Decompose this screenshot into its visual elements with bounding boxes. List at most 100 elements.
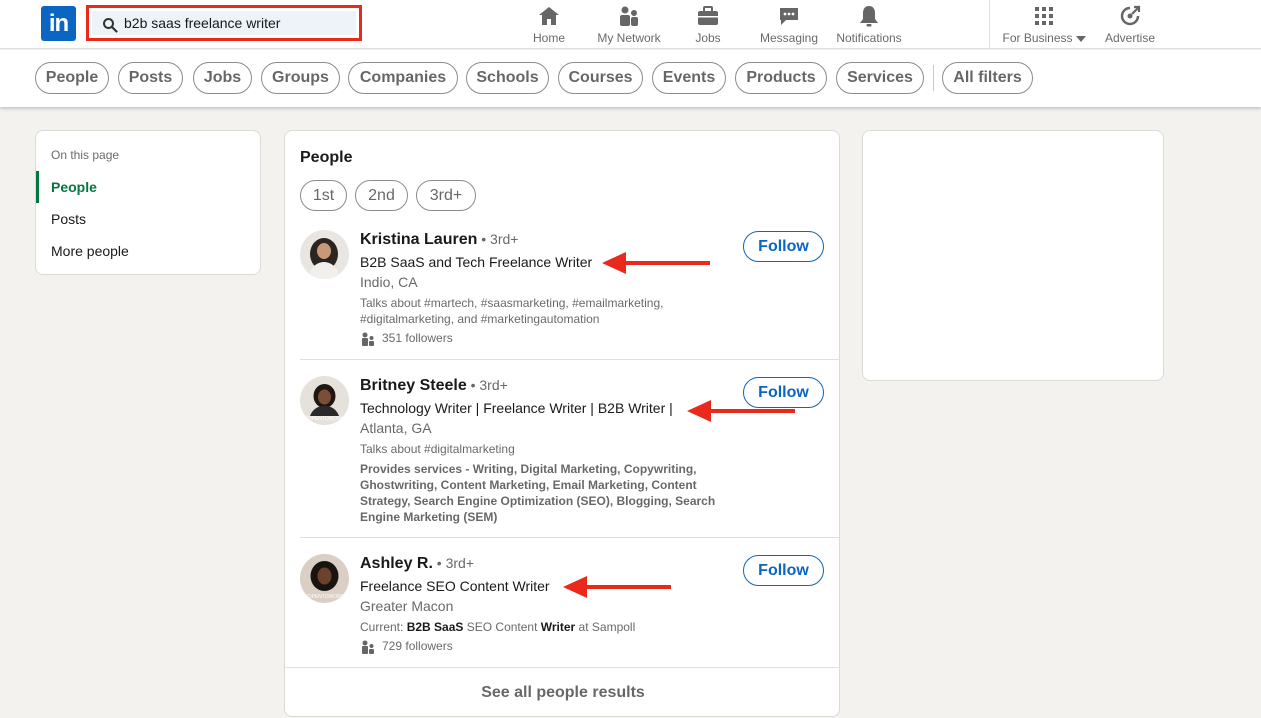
on-this-page-posts[interactable]: Posts bbox=[51, 211, 86, 227]
person-name[interactable]: Kristina Lauren • 3rd+ bbox=[360, 231, 518, 249]
search-icon bbox=[103, 18, 118, 33]
right-rail-card bbox=[862, 130, 1164, 381]
annotation-arrow bbox=[563, 576, 671, 598]
person-followers: 351 followers bbox=[360, 331, 453, 347]
filter-jobs[interactable]: Jobs bbox=[193, 62, 252, 94]
follow-button[interactable]: Follow bbox=[743, 555, 824, 586]
search-filter-bar: People Posts Jobs Groups Companies Schoo… bbox=[0, 50, 1261, 107]
nav-my-network[interactable]: My Network bbox=[592, 0, 666, 49]
advertise-icon bbox=[1120, 5, 1141, 26]
nav-home-label: Home bbox=[532, 31, 565, 45]
current-highlight: B2B SaaS bbox=[406, 620, 464, 634]
nav-home[interactable]: Home bbox=[524, 0, 574, 49]
filter-services[interactable]: Services bbox=[836, 62, 924, 94]
active-indicator bbox=[36, 171, 39, 203]
avatar[interactable]: #OPENTOWORK bbox=[300, 554, 349, 603]
people-results-card: People 1st 2nd 3rd+ Kristina Lauren • 3r… bbox=[284, 130, 840, 717]
grid-icon bbox=[1035, 7, 1053, 25]
avatar-photo bbox=[300, 230, 349, 279]
person-name-text[interactable]: Ashley R. bbox=[360, 555, 433, 572]
nav-advertise[interactable]: Advertise bbox=[1100, 0, 1160, 49]
person-headline: B2B SaaS and Tech Freelance Writer bbox=[360, 254, 593, 270]
person-current-position: Current: B2B SaaS SEO Content Writer at … bbox=[360, 619, 720, 635]
person-headline: Technology Writer | Freelance Writer | B… bbox=[360, 400, 673, 416]
bell-icon bbox=[860, 6, 878, 27]
person-name-text[interactable]: Kristina Lauren bbox=[360, 231, 477, 248]
avatar[interactable] bbox=[300, 230, 349, 279]
nav-divider bbox=[989, 0, 990, 49]
person-name[interactable]: Ashley R. • 3rd+ bbox=[360, 555, 474, 573]
filter-schools[interactable]: Schools bbox=[466, 62, 549, 94]
connection-degree: • 3rd+ bbox=[477, 231, 519, 247]
nav-advertise-label: Advertise bbox=[1104, 31, 1156, 45]
person-talks-about: Talks about #martech, #saasmarketing, #e… bbox=[360, 296, 664, 326]
nav-for-business-label: For Business bbox=[998, 31, 1090, 45]
person-location: Indio, CA bbox=[360, 274, 418, 290]
person-headline: Freelance SEO Content Writer bbox=[360, 578, 550, 594]
nav-my-network-label: My Network bbox=[597, 31, 661, 45]
filter-companies[interactable]: Companies bbox=[348, 62, 458, 94]
nav-messaging-label: Messaging bbox=[759, 31, 819, 45]
connection-filter-3rd[interactable]: 3rd+ bbox=[416, 180, 476, 211]
on-this-page-people[interactable]: People bbox=[51, 179, 97, 195]
on-this-page-card: On this page People Posts More people bbox=[35, 130, 261, 275]
avatar-photo: #OPENTOWORK bbox=[300, 554, 349, 603]
person-name[interactable]: Britney Steele • 3rd+ bbox=[360, 377, 508, 395]
svg-text:#OPENTOWORK: #OPENTOWORK bbox=[305, 594, 345, 600]
filter-courses[interactable]: Courses bbox=[558, 62, 643, 94]
filter-posts[interactable]: Posts bbox=[118, 62, 183, 94]
people-section-title: People bbox=[300, 149, 353, 166]
filter-events[interactable]: Events bbox=[652, 62, 726, 94]
nav-jobs[interactable]: Jobs bbox=[688, 0, 728, 49]
filter-people[interactable]: People bbox=[35, 62, 109, 94]
connection-degree: • 3rd+ bbox=[466, 377, 508, 393]
person-services: Provides services - Writing, Digital Mar… bbox=[360, 462, 716, 524]
annotation-arrow bbox=[602, 252, 710, 274]
briefcase-icon bbox=[698, 6, 718, 25]
see-all-people-results[interactable]: See all people results bbox=[285, 667, 839, 716]
people-icon bbox=[362, 640, 374, 654]
on-this-page-more-people[interactable]: More people bbox=[51, 243, 129, 259]
connection-filter-2nd[interactable]: 2nd bbox=[355, 180, 408, 211]
linkedin-logo[interactable]: in bbox=[41, 6, 76, 41]
search-input[interactable] bbox=[124, 11, 354, 35]
people-icon bbox=[362, 332, 374, 346]
search-field[interactable] bbox=[92, 11, 356, 35]
followers-count: 729 followers bbox=[382, 639, 453, 654]
person-followers: 729 followers bbox=[360, 639, 453, 655]
connection-degree: • 3rd+ bbox=[432, 555, 475, 571]
search-box[interactable] bbox=[86, 5, 362, 41]
person-location: Greater Macon bbox=[360, 598, 454, 614]
filter-separator bbox=[933, 65, 934, 91]
nav-for-business[interactable]: For Business bbox=[998, 0, 1090, 49]
person-talks-about: Talks about #digitalmarketing bbox=[360, 442, 515, 456]
filter-all-filters[interactable]: All filters bbox=[942, 62, 1033, 94]
follow-button[interactable]: Follow bbox=[743, 231, 824, 262]
nav-notifications[interactable]: Notifications bbox=[832, 0, 906, 49]
filter-products[interactable]: Products bbox=[735, 62, 827, 94]
person-name-text[interactable]: Britney Steele bbox=[360, 377, 467, 394]
svg-text:#OPENTOWORK: #OPENTOWORK bbox=[305, 416, 345, 422]
caret-down-icon bbox=[1075, 35, 1086, 42]
result-divider bbox=[300, 537, 839, 538]
annotation-arrow bbox=[687, 400, 795, 422]
nav-notifications-label: Notifications bbox=[836, 31, 902, 45]
top-nav: in Home My Network Jobs Messaging Notifi… bbox=[0, 0, 1261, 49]
current-suffix: at Sampoll bbox=[575, 620, 636, 634]
filter-groups[interactable]: Groups bbox=[261, 62, 340, 94]
nav-jobs-label: Jobs bbox=[695, 31, 721, 45]
followers-count: 351 followers bbox=[382, 331, 453, 346]
home-icon bbox=[539, 7, 559, 25]
current-mid: SEO Content bbox=[463, 620, 541, 634]
nav-messaging[interactable]: Messaging bbox=[756, 0, 822, 49]
connection-filter-1st[interactable]: 1st bbox=[300, 180, 347, 211]
current-highlight: Writer bbox=[540, 620, 576, 634]
messaging-icon bbox=[780, 8, 798, 25]
avatar[interactable]: #OPENTOWORK bbox=[300, 376, 349, 425]
current-prefix: Current: bbox=[360, 620, 407, 634]
avatar-photo: #OPENTOWORK bbox=[300, 376, 349, 425]
person-location: Atlanta, GA bbox=[360, 420, 432, 436]
result-divider bbox=[300, 359, 839, 360]
on-this-page-title: On this page bbox=[51, 148, 120, 162]
for-business-text: For Business bbox=[1002, 31, 1073, 45]
